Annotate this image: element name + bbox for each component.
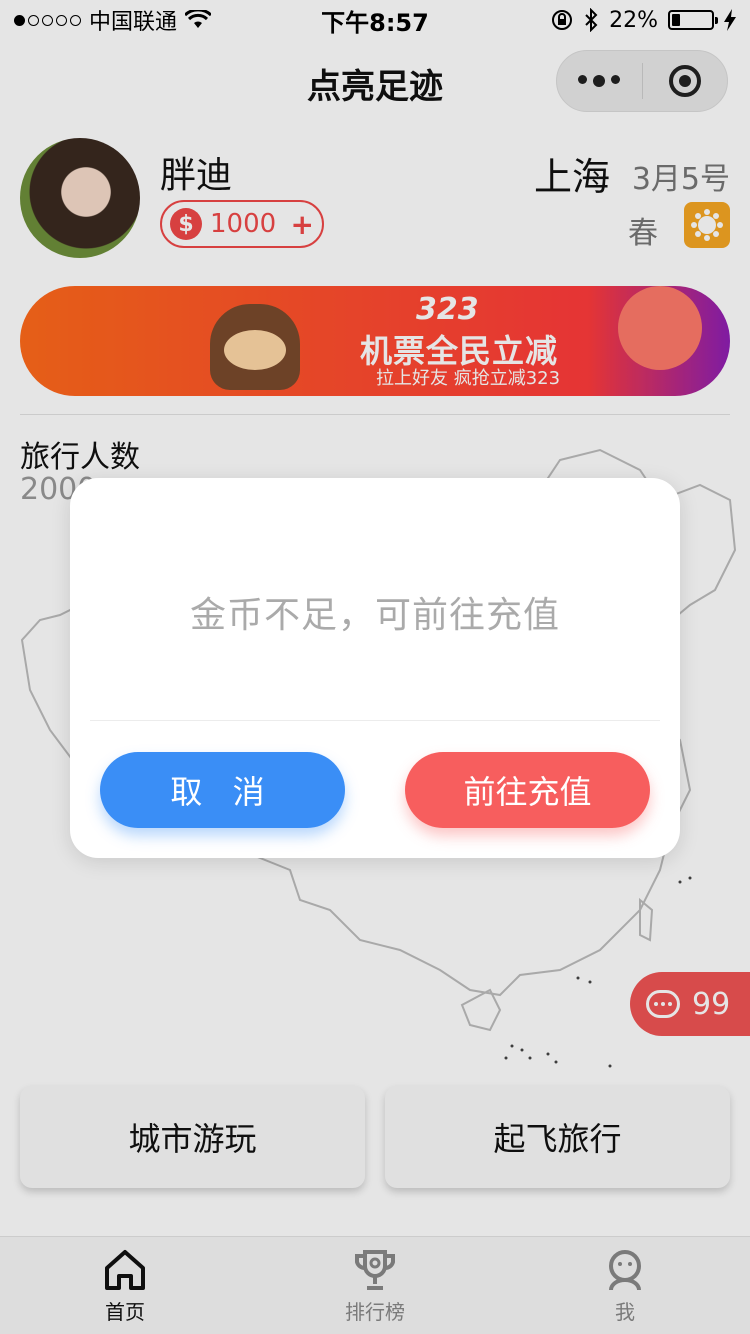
insufficient-coins-dialog: 金币不足，可前往充值 取 消 前往充值 [70, 478, 680, 858]
dialog-divider [90, 720, 660, 721]
recharge-button[interactable]: 前往充值 [405, 752, 650, 828]
dialog-message: 金币不足，可前往充值 [189, 595, 560, 636]
cancel-button[interactable]: 取 消 [100, 752, 345, 828]
